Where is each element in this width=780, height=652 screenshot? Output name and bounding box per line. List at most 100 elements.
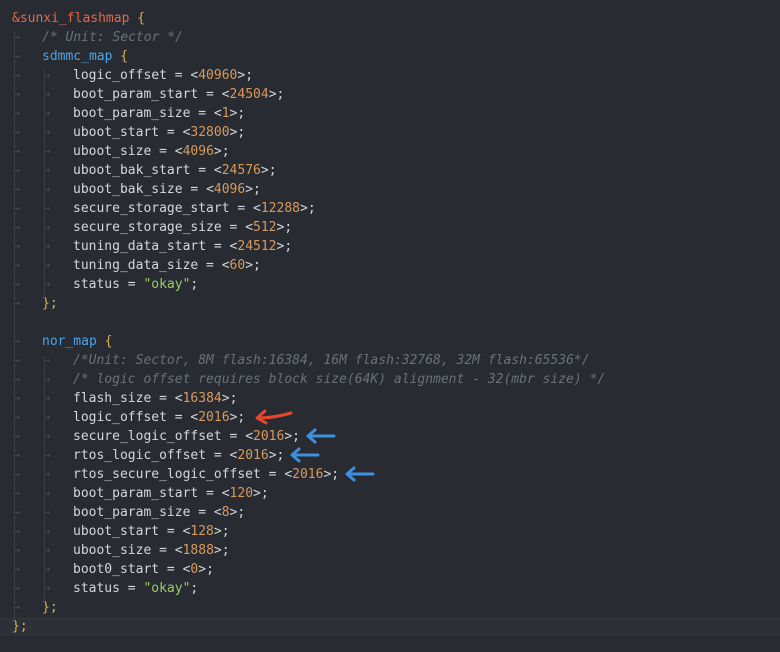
property-line[interactable]: → → boot_param_start = <24504>; [0, 85, 780, 104]
comment-line[interactable]: → →/* logic offset requires block size(64… [0, 370, 780, 389]
status-value: "okay" [143, 581, 191, 596]
property-name: rtos_logic_offset [73, 448, 207, 463]
node-line[interactable]: → nor_map { [0, 332, 780, 351]
property-line[interactable]: → → boot_param_size = <8>; [0, 503, 780, 522]
blank-line[interactable] [0, 313, 780, 332]
comment: /* Unit: Sector */ [42, 30, 183, 45]
property-line[interactable]: → → secure_logic_offset = <2016>; [0, 427, 780, 446]
comment: /*Unit: Sector, 8M flash:16384, 16M flas… [73, 353, 590, 368]
equals-sign: = [159, 524, 183, 539]
property-line[interactable]: → → secure_storage_size = <512>; [0, 218, 780, 237]
property-line[interactable]: → → tuning_data_size = <60>; [0, 256, 780, 275]
property-line[interactable]: → → secure_storage_start = <12288>; [0, 199, 780, 218]
property-value: 2016 [292, 467, 324, 482]
status-line[interactable]: → → status = "okay"; [0, 275, 780, 294]
node-close-line[interactable]: →}; [0, 598, 780, 617]
node-line[interactable]: → sdmmc_map { [0, 47, 780, 66]
property-value: 2016 [253, 429, 285, 444]
equals-sign: = [198, 87, 222, 102]
property-name: flash_size [73, 391, 152, 406]
equals-sign: = [159, 125, 183, 140]
property-line[interactable]: → → uboot_size = <1888>; [0, 541, 780, 560]
open-brace: { [112, 49, 129, 64]
property-name: logic_offset [73, 68, 167, 83]
status-line[interactable]: → → status = "okay"; [0, 579, 780, 598]
code-text: &sunxi_flashmap { [12, 9, 145, 28]
equals-sign: = [198, 258, 222, 273]
angle-close: > [245, 182, 254, 197]
property-line[interactable]: → → boot0_start = <0>; [0, 560, 780, 579]
comment-line[interactable]: →/* Unit: Sector */ [0, 28, 780, 47]
property-line[interactable]: → → uboot_size = <4096>; [0, 142, 780, 161]
comment-line[interactable]: → →/*Unit: Sector, 8M flash:16384, 16M fl… [0, 351, 780, 370]
code-text: secure_logic_offset = <2016>; [73, 427, 300, 446]
equals-sign: = [119, 277, 144, 292]
blue-annotation-arrow-icon [290, 447, 320, 462]
property-name: tuning_data_start [73, 239, 207, 254]
property-line[interactable]: → → uboot_bak_start = <24576>; [0, 161, 780, 180]
semicolon: ; [276, 87, 285, 102]
semicolon: ; [331, 467, 340, 482]
code-text: uboot_size = <4096>; [73, 142, 230, 161]
property-name: uboot_bak_start [73, 163, 191, 178]
angle-open: < [221, 486, 230, 501]
angle-close: > [284, 429, 293, 444]
property-value: 24504 [229, 87, 269, 102]
property-line[interactable]: → → rtos_secure_logic_offset = <2016>; [0, 465, 780, 484]
semicolon: ; [253, 182, 261, 197]
code-text: uboot_bak_start = <24576>; [73, 161, 277, 180]
property-name: uboot_start [73, 125, 160, 140]
property-line[interactable]: → → uboot_bak_size = <4096>; [0, 180, 780, 199]
code-editor[interactable]: &sunxi_flashmap {→/* Unit: Sector */→ sdm… [0, 0, 780, 652]
property-line[interactable]: → → rtos_logic_offset = <2016>; [0, 446, 780, 465]
equals-sign: = [166, 410, 191, 425]
angle-open: < [245, 220, 254, 235]
close-brace: }; [42, 296, 58, 311]
property-line[interactable]: → → uboot_start = <128>; [0, 522, 780, 541]
property-value: 120 [229, 486, 254, 501]
equals-sign: = [151, 543, 175, 558]
property-line[interactable]: → → boot_param_start = <120>; [0, 484, 780, 503]
red-annotation-arrow-icon [255, 409, 293, 424]
code-text: /*Unit: Sector, 8M flash:16384, 16M flas… [73, 351, 590, 370]
node-name: nor_map [42, 334, 97, 349]
property-value: 4096 [182, 144, 214, 159]
root-close-line[interactable]: }; [0, 617, 780, 636]
angle-open: < [253, 201, 261, 216]
property-line[interactable]: → → uboot_start = <32800>; [0, 123, 780, 142]
code-text: boot_param_start = <24504>; [73, 85, 284, 104]
code-text: rtos_logic_offset = <2016>; [73, 446, 284, 465]
property-value: 8 [221, 505, 230, 520]
node-close-line[interactable]: →}; [0, 294, 780, 313]
equals-sign: = [198, 486, 222, 501]
property-name: boot_param_size [73, 106, 191, 121]
property-line[interactable]: → → flash_size = <16384>; [0, 389, 780, 408]
angle-open: < [245, 429, 254, 444]
property-value: 32800 [190, 125, 230, 140]
property-value: 2016 [237, 448, 269, 463]
property-name: uboot_bak_size [73, 182, 183, 197]
property-name: uboot_size [73, 543, 152, 558]
semicolon: ; [292, 429, 300, 444]
property-line[interactable]: → → logic_offset = <2016>; [0, 408, 780, 427]
angle-close: > [213, 144, 222, 159]
equals-sign: = [206, 448, 230, 463]
equals-sign: = [166, 68, 191, 83]
angle-close: > [268, 87, 277, 102]
property-value: 4096 [213, 182, 246, 197]
property-name: secure_logic_offset [73, 429, 222, 444]
angle-open: < [213, 163, 222, 178]
angle-open: < [213, 505, 222, 520]
property-line[interactable]: → → logic_offset = <40960>; [0, 66, 780, 85]
property-line[interactable]: → → boot_param_size = <1>; [0, 104, 780, 123]
angle-close: > [245, 258, 254, 273]
semicolon: ; [237, 505, 246, 520]
equals-sign: = [119, 581, 144, 596]
equals-sign: = [260, 467, 285, 482]
code-text: uboot_size = <1888>; [73, 541, 230, 560]
root-node-line[interactable]: &sunxi_flashmap { [0, 9, 780, 28]
code-text: uboot_start = <128>; [73, 522, 230, 541]
property-value: 40960 [198, 68, 238, 83]
property-line[interactable]: → → tuning_data_start = <24512>; [0, 237, 780, 256]
semicolon: ; [237, 106, 246, 121]
